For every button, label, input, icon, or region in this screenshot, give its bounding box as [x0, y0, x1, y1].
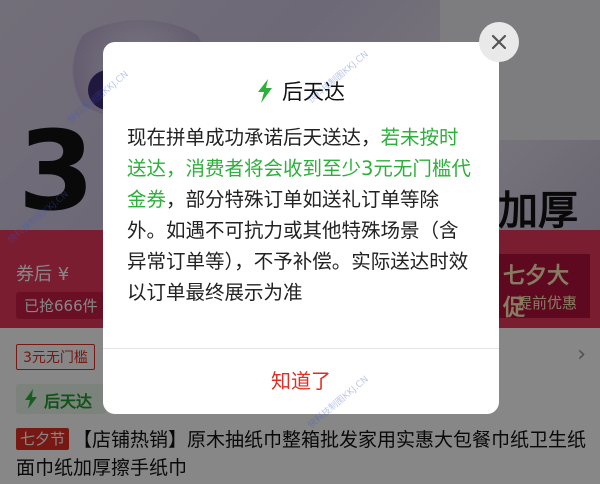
dialog-body: 现在拼单成功承诺后天送达，若未按时送达，消费者将会收到至少3元无门槛代金券，部分… [127, 122, 477, 308]
close-button[interactable] [479, 22, 519, 62]
dialog-body-text: ，部分特殊订单如送礼订单等除外。如遇不可抗力或其他特殊场景（含异常订单等），不予… [127, 188, 469, 304]
close-icon [491, 34, 507, 50]
delivery-info-dialog: 后天达 现在拼单成功承诺后天送达，若未按时送达，消费者将会收到至少3元无门槛代金… [103, 42, 499, 414]
dialog-body-text: 现在拼单成功承诺后天送达， [127, 126, 381, 149]
dialog-header: 后天达 [103, 76, 499, 106]
lightning-bolt-icon [257, 79, 272, 103]
ok-button[interactable]: 知道了 [103, 349, 499, 414]
